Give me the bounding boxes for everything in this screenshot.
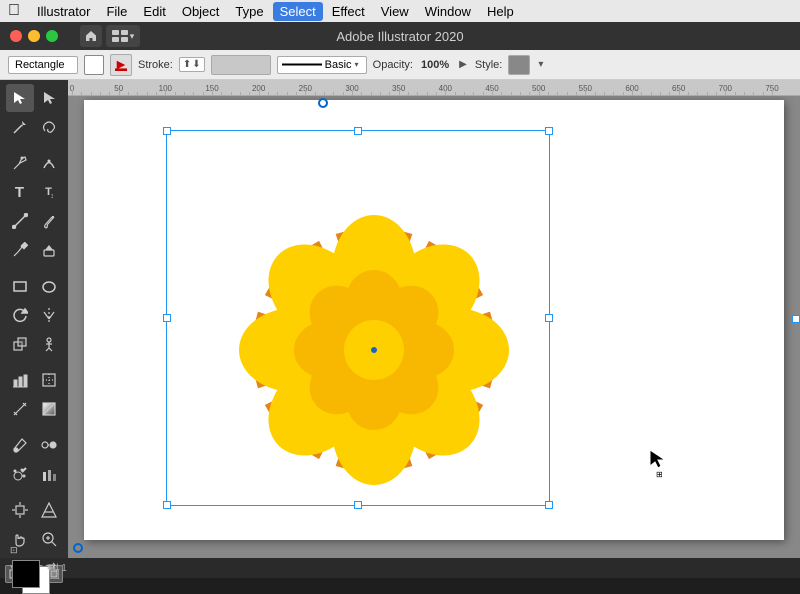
graph-tool[interactable] — [6, 366, 34, 394]
horizontal-ruler: // Will be populated by JS below 0501001… — [68, 80, 800, 96]
style-swatch[interactable] — [508, 55, 530, 75]
menu-select[interactable]: Select — [273, 2, 323, 21]
home-button[interactable] — [80, 25, 102, 47]
canvas-area[interactable]: // Will be populated by JS below 0501001… — [68, 80, 800, 558]
app-title: Adobe Illustrator 2020 — [336, 29, 463, 44]
title-bar: ▾ Adobe Illustrator 2020 — [0, 22, 800, 50]
style-label: Style: — [475, 59, 503, 71]
flower-graphic[interactable] — [184, 160, 564, 530]
tool-row-pencil — [6, 236, 63, 264]
reflect-tool[interactable] — [35, 301, 63, 329]
rectangle-tool[interactable] — [6, 272, 34, 300]
right-scroll-handle[interactable] — [792, 315, 800, 323]
menu-illustrator[interactable]: Illustrator — [30, 2, 97, 21]
menu-object[interactable]: Object — [175, 2, 227, 21]
object-type-label: Rectangle — [8, 56, 78, 74]
tool-row-select — [6, 84, 63, 112]
eraser-tool[interactable] — [35, 236, 63, 264]
touch-type-tool[interactable]: T↕ — [35, 178, 63, 206]
svg-text:⊞: ⊞ — [656, 470, 663, 478]
menu-type[interactable]: Type — [228, 2, 270, 21]
sel-handle-tr[interactable] — [545, 127, 553, 135]
stroke-label: Stroke: — [138, 59, 173, 71]
apple-menu-icon[interactable]:  — [8, 2, 20, 20]
ellipse-tool[interactable] — [35, 272, 63, 300]
artboard-tool[interactable] — [6, 496, 34, 524]
menu-bar:  Illustrator File Edit Object Type Sele… — [0, 0, 800, 22]
selection-tool[interactable] — [6, 84, 34, 112]
opacity-chevron[interactable]: ▶ — [457, 59, 469, 70]
tool-row-eyedropper — [6, 431, 63, 459]
tool-row-symbol — [6, 460, 63, 488]
pencil-tool[interactable] — [6, 236, 34, 264]
type-tool[interactable]: T — [6, 178, 34, 206]
reset-colors-icon[interactable]: ⊡ — [10, 545, 18, 556]
blend-tool[interactable] — [35, 431, 63, 459]
measure-tool[interactable] — [6, 395, 34, 423]
magic-wand-tool[interactable] — [6, 113, 34, 141]
tool-row-graph — [6, 366, 63, 394]
fill-color-box[interactable] — [84, 55, 104, 75]
curvature-tool[interactable] — [35, 149, 63, 177]
artboard[interactable] — [84, 100, 784, 540]
paintbrush-tool[interactable] — [35, 207, 63, 235]
scale-tool[interactable] — [6, 330, 34, 358]
menu-file[interactable]: File — [99, 2, 134, 21]
maximize-button[interactable] — [46, 30, 58, 42]
stroke-style-label: Basic — [325, 59, 352, 71]
tool-row-rotate — [6, 301, 63, 329]
stroke-style-box[interactable]: Basic ▾ — [277, 56, 367, 74]
style-chevron[interactable]: ▾ — [536, 59, 545, 70]
opacity-value[interactable]: 100% — [421, 59, 449, 71]
app-icons: ▾ — [80, 25, 140, 47]
tool-row-lasso — [6, 113, 63, 141]
stroke-weight-box[interactable] — [211, 55, 271, 75]
zoom-tool[interactable] — [35, 525, 63, 553]
opacity-label: Opacity: — [373, 59, 413, 71]
close-button[interactable] — [10, 30, 22, 42]
slice-tool[interactable] — [35, 366, 63, 394]
sel-handle-tl[interactable] — [163, 127, 171, 135]
minimize-button[interactable] — [28, 30, 40, 42]
tool-row-pen — [6, 149, 63, 177]
fill-icon-btn[interactable] — [110, 54, 132, 76]
lasso-tool[interactable] — [35, 113, 63, 141]
sel-handle-ml[interactable] — [163, 314, 171, 322]
direct-selection-tool[interactable] — [35, 84, 63, 112]
foreground-color-swatch[interactable] — [12, 560, 40, 588]
cursor-indicator: ⊞ — [648, 448, 670, 478]
slice-tool-2[interactable] — [35, 496, 63, 524]
window-controls — [10, 30, 58, 42]
main-area: T T↕ — [0, 80, 800, 558]
symbol-sprayer-tool[interactable] — [6, 460, 34, 488]
rotate-tool[interactable] — [6, 301, 34, 329]
menu-edit[interactable]: Edit — [136, 2, 172, 21]
sel-handle-bl[interactable] — [163, 501, 171, 509]
swap-colors-icon[interactable]: ⇄ — [47, 560, 56, 573]
workspace-button[interactable]: ▾ — [106, 25, 140, 47]
menu-window[interactable]: Window — [418, 2, 478, 21]
tool-row-shape — [6, 272, 63, 300]
anchor-point-top — [318, 98, 328, 108]
tool-row-type: T T↕ — [6, 178, 63, 206]
eyedropper-tool[interactable] — [6, 431, 34, 459]
menu-help[interactable]: Help — [480, 2, 521, 21]
gradient-tool[interactable] — [35, 395, 63, 423]
menu-effect[interactable]: Effect — [325, 2, 372, 21]
tool-row-line — [6, 207, 63, 235]
anchor-point-indicator — [73, 543, 83, 553]
column-graph-tool[interactable] — [35, 460, 63, 488]
line-segment-tool[interactable] — [6, 207, 34, 235]
tool-row-measure — [6, 395, 63, 423]
toolbar: T T↕ — [0, 80, 68, 558]
pen-tool[interactable] — [6, 149, 34, 177]
menu-view[interactable]: View — [374, 2, 416, 21]
options-bar: Rectangle Stroke: ⬆ ⬇ Basic ▾ Opacity: 1… — [0, 50, 800, 80]
status-bar: ▼ Artboard 1 — [0, 558, 800, 578]
tool-row-scale — [6, 330, 63, 358]
tool-row-artboard — [6, 496, 63, 524]
sel-handle-tc[interactable] — [354, 127, 362, 135]
puppet-warp-tool[interactable] — [35, 330, 63, 358]
